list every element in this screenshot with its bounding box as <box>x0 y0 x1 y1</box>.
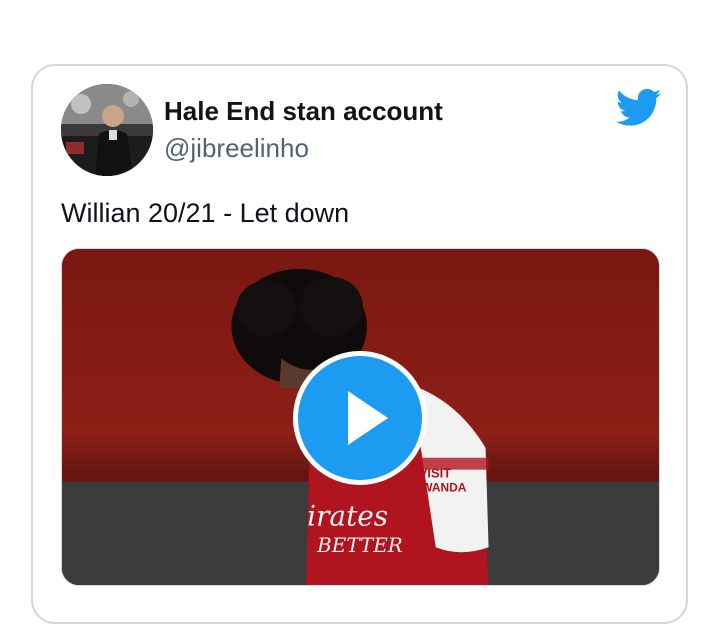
tweet-card[interactable]: Hale End stan account @jibreelinho Willi… <box>31 64 688 624</box>
sponsor-text-top: VISIT <box>419 466 451 481</box>
avatar-image <box>61 84 153 176</box>
play-button[interactable] <box>293 351 427 485</box>
chest-text-bottom: BETTER <box>316 534 403 557</box>
display-name[interactable]: Hale End stan account <box>164 96 443 127</box>
avatar[interactable] <box>61 84 153 176</box>
twitter-bird-icon[interactable] <box>615 88 662 128</box>
sponsor-text-bottom: RWANDA <box>413 481 467 495</box>
tweet-video[interactable]: VISIT RWANDA irates BETTER <box>61 248 660 586</box>
play-icon <box>348 391 388 445</box>
tweet-text: Willian 20/21 - Let down <box>61 198 350 228</box>
chest-text-top: irates <box>307 499 388 532</box>
user-handle[interactable]: @jibreelinho <box>164 133 309 164</box>
